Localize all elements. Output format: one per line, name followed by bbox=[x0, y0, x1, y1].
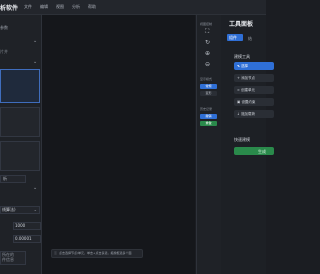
item-card[interactable] bbox=[0, 141, 40, 171]
tool-add-node-label: 添加节点 bbox=[241, 76, 256, 80]
tab-structure[interactable]: 结 bbox=[248, 36, 252, 41]
fit-view-icon[interactable]: ⛶ bbox=[205, 28, 209, 36]
file-info-text: 所在的 件信息 bbox=[2, 252, 14, 262]
tool-select-button[interactable]: ⬉ 选择 bbox=[234, 62, 274, 70]
arrow-down-icon: ↓ bbox=[237, 112, 240, 116]
quick-generate-label: 生成 bbox=[258, 148, 266, 154]
selected-item-card[interactable] bbox=[0, 69, 40, 103]
quick-generate-button[interactable]: 生成 bbox=[234, 147, 274, 155]
menu-analysis[interactable]: 分析 bbox=[72, 4, 80, 10]
model-canvas[interactable]: ⓘ 点击选择节点/单元，单击+点击多选，拖拽框选多个面 bbox=[42, 15, 195, 274]
link-icon: ∞ bbox=[237, 88, 240, 92]
collapse-chevron-icon[interactable]: ⌄ bbox=[33, 38, 37, 44]
chevron-down-icon[interactable]: ⌄ bbox=[33, 59, 37, 65]
zoom-out-icon[interactable]: ⊖ bbox=[205, 61, 210, 68]
rotate-icon[interactable]: ↻ bbox=[205, 39, 210, 46]
chevron-down-icon: ⌄ bbox=[33, 207, 37, 212]
quick-modeling-label: 快速建模 bbox=[234, 137, 250, 142]
lock-icon: ▣ bbox=[237, 100, 241, 104]
file-info-box: 所在的 件信息 bbox=[0, 251, 26, 265]
tool-add-node-button[interactable]: + 添加节点 bbox=[234, 74, 274, 82]
menu-edit[interactable]: 编辑 bbox=[40, 4, 48, 10]
tool-load-label: 施加载荷 bbox=[241, 112, 256, 116]
mode-normal-button[interactable]: 常规 bbox=[200, 84, 217, 89]
mode-deform-button[interactable]: 变形 bbox=[200, 91, 217, 96]
algorithm-select[interactable]: 线算法) ⌄ bbox=[0, 206, 40, 214]
tool-create-element-label: 创建单元 bbox=[241, 88, 256, 92]
tool-constraint-label: 设置约束 bbox=[241, 100, 256, 104]
tolerance-value: 0.00001 bbox=[15, 236, 32, 241]
tool-load-button[interactable]: ↓ 施加载荷 bbox=[234, 110, 274, 118]
modeling-tools-label: 建模工具 bbox=[234, 54, 250, 59]
zoom-in-icon[interactable]: ⊕ bbox=[205, 50, 210, 57]
view-toolbar: 视图控制 ⛶ ↻ ⊕ ⊖ 显示模式 常规 变形 历史记录 撤销 重做 bbox=[196, 15, 222, 274]
item-card[interactable] bbox=[0, 107, 40, 137]
canvas-hint-bar: ⓘ 点击选择节点/单元，单击+点击多选，拖拽框选多个面 bbox=[51, 249, 143, 258]
status-label: 析 bbox=[3, 176, 7, 181]
view-control-label: 视图控制 bbox=[200, 22, 213, 26]
iterations-input[interactable]: 1000 bbox=[13, 222, 41, 230]
tools-panel-title: 工具面板 bbox=[229, 21, 254, 28]
top-bar: 析软件 文件 编辑 视图 分析 帮助 bbox=[0, 0, 266, 15]
cursor-icon: ⬉ bbox=[237, 64, 240, 68]
chevron-down-icon[interactable]: ⌄ bbox=[33, 185, 37, 191]
menu-view[interactable]: 视图 bbox=[56, 4, 64, 10]
left-panel: 参数 ⌄ 片并 ⌄ 析 ⌄ 线算法) ⌄ 1000 0.00001 所在的 件信… bbox=[0, 15, 42, 274]
iterations-value: 1000 bbox=[15, 223, 26, 228]
info-icon: ⓘ bbox=[54, 251, 58, 255]
undo-button[interactable]: 撤销 bbox=[200, 114, 217, 119]
tool-create-element-button[interactable]: ∞ 创建单元 bbox=[234, 86, 274, 94]
tab-components[interactable]: 组件 bbox=[227, 34, 243, 41]
params-subtext: 片并 bbox=[0, 49, 8, 54]
tools-panel: 工具面板 组件 结 建模工具 ⬉ 选择 + 添加节点 ∞ 创建单元 ▣ 设置约束… bbox=[221, 15, 274, 274]
redo-button[interactable]: 重做 bbox=[200, 121, 217, 126]
menu-help[interactable]: 帮助 bbox=[88, 4, 96, 10]
tab-components-label: 组件 bbox=[229, 35, 237, 40]
menu-file[interactable]: 文件 bbox=[24, 4, 32, 10]
history-label: 历史记录 bbox=[200, 107, 213, 111]
tool-select-label: 选择 bbox=[241, 64, 249, 68]
canvas-hint-text: 点击选择节点/单元，单击+点击多选，拖拽框选多个面 bbox=[59, 251, 132, 255]
params-heading: 参数 bbox=[0, 25, 8, 30]
plus-icon: + bbox=[237, 76, 240, 80]
tool-constraint-button[interactable]: ▣ 设置约束 bbox=[234, 98, 274, 106]
tolerance-input[interactable]: 0.00001 bbox=[13, 235, 41, 243]
app-title: 析软件 bbox=[0, 5, 19, 12]
display-mode-label: 显示模式 bbox=[200, 77, 213, 81]
status-field[interactable]: 析 bbox=[0, 175, 26, 183]
